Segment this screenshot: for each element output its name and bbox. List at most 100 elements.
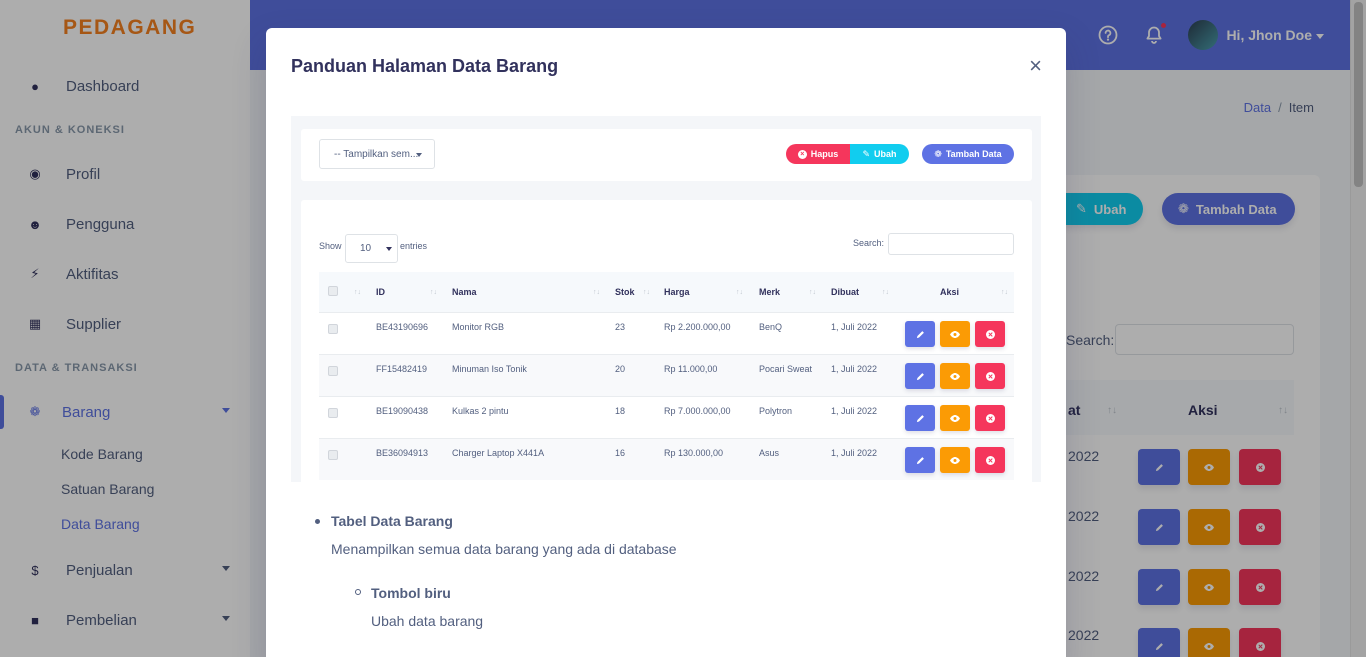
sort-icon: ↑↓ [809,289,816,296]
view-button[interactable] [940,363,970,389]
eye-icon [950,372,960,380]
cell-harga: Rp 2.200.000,00 [664,322,731,332]
cell-id: BE19090438 [376,406,429,416]
column-header-aksi: Aksi [940,287,960,297]
cell-nama: Charger Laptop X441A [452,448,545,458]
close-circle-icon [985,371,995,381]
guide-modal: Panduan Halaman Data Barang × -- Tampilk… [266,28,1066,657]
row-checkbox[interactable] [328,366,338,376]
cell-stok: 16 [615,448,626,458]
cell-dibuat: 1, Juli 2022 [831,448,878,458]
modal-title: Panduan Halaman Data Barang [291,56,559,76]
table-row: BE19090438 Kulkas 2 pintu 18 Rp 7.000.00… [319,396,1014,438]
bullet [315,519,320,524]
close-circle-icon [985,329,995,339]
cell-nama: Kulkas 2 pintu [452,406,509,416]
table-row: BE43190696 Monitor RGB 23 Rp 2.200.000,0… [319,312,1014,354]
cell-nama: Minuman Iso Tonik [452,364,527,374]
row-checkbox[interactable] [328,324,338,334]
table-header: ↑↓ ID ↑↓ Nama ↑↓ Stok ↑↓ Harga ↑↓ Merk ↑… [319,272,1014,312]
cell-harga: Rp 11.000,00 [664,364,718,374]
view-button[interactable] [940,405,970,431]
cell-merk: Polytron [759,406,793,416]
filter-select[interactable]: -- Tampilkan sem... [319,139,435,169]
guide-toolbar: -- Tampilkan sem... × Hapus ✎ Ubah ❁ Tambah… [301,129,1032,181]
delete-button[interactable] [975,447,1005,473]
cell-id: BE43190696 [376,322,429,332]
eye-icon [950,414,960,422]
cell-stok: 18 [615,406,626,416]
row-checkbox[interactable] [328,450,338,460]
cell-harga: Rp 130.000,00 [664,448,724,458]
guide-subitem-title: Tombol biru [371,585,451,601]
cell-dibuat: 1, Juli 2022 [831,364,878,374]
search-input[interactable] [888,233,1014,255]
ubah-label: Ubah [874,149,897,159]
view-button[interactable] [940,321,970,347]
cell-dibuat: 1, Juli 2022 [831,406,878,416]
column-header-stok[interactable]: Stok [615,287,635,297]
pen-icon [916,456,924,464]
tambah-label: Tambah Data [945,149,1002,159]
sort-icon: ↑↓ [430,289,437,296]
delete-button[interactable] [975,363,1005,389]
column-header-dibuat[interactable]: Dibuat [831,287,859,297]
cell-dibuat: 1, Juli 2022 [831,322,878,332]
show-label: Show [319,241,342,251]
pen-icon: ✎ [862,148,871,159]
guide-item-title: Tabel Data Barang [331,513,453,529]
delete-button[interactable] [975,321,1005,347]
sort-icon: ↑↓ [593,289,600,296]
edit-button[interactable] [905,363,935,389]
eye-icon [950,330,960,338]
cell-merk: Asus [759,448,780,458]
entries-select[interactable]: 10 [345,234,398,263]
hapus-button[interactable]: × Hapus [786,144,850,164]
guide-item-desc: Menampilkan semua data barang yang ada d… [331,541,677,557]
cubes-icon: ❁ [934,148,942,159]
entries-label: entries [400,241,428,251]
ubah-button[interactable]: ✎ Ubah [850,144,909,164]
close-circle-icon: × [797,149,807,159]
pen-icon [916,372,924,380]
view-button[interactable] [940,447,970,473]
edit-button[interactable] [905,321,935,347]
close-circle-icon [985,413,995,423]
close-icon[interactable]: × [1029,55,1042,77]
eye-icon [950,456,960,464]
table-row: BE36094913 Charger Laptop X441A 16 Rp 13… [319,438,1014,480]
column-header-id[interactable]: ID [376,287,385,297]
cell-merk: Pocari Sweat [759,364,813,374]
hapus-label: Hapus [810,149,839,159]
close-circle-icon [985,455,995,465]
sort-icon: ↑↓ [736,289,743,296]
select-all-checkbox[interactable] [328,286,338,296]
guide-subitem-desc: Ubah data barang [371,613,484,629]
delete-button[interactable] [975,405,1005,431]
cell-harga: Rp 7.000.000,00 [664,406,731,416]
pen-icon [916,414,924,422]
column-header-nama[interactable]: Nama [452,287,477,297]
cell-id: BE36094913 [376,448,429,458]
cell-merk: BenQ [759,322,783,332]
guide-screenshot: -- Tampilkan sem... × Hapus ✎ Ubah ❁ Tambah… [291,116,1041,482]
cell-nama: Monitor RGB [452,322,505,332]
guide-table-card: Show 10 entries Search: ↑↓ ID ↑↓ Nama ↑↓… [301,200,1032,482]
edit-button[interactable] [905,405,935,431]
search-label: Search: [853,238,885,248]
table-row: FF15482419 Minuman Iso Tonik 20 Rp 11.00… [319,354,1014,396]
row-checkbox[interactable] [328,408,338,418]
cell-stok: 20 [615,364,626,374]
sort-icon: ↑↓ [1001,289,1008,296]
edit-button[interactable] [905,447,935,473]
sort-icon: ↑↓ [882,289,889,296]
app: PEDAGANG ● Dashboard AKUN & KONEKSI ◉ Pr… [0,0,1366,657]
pen-icon [916,330,924,338]
cell-id: FF15482419 [376,364,428,374]
column-header-harga[interactable]: Harga [664,287,690,297]
cell-stok: 23 [615,322,626,332]
sort-icon: ↑↓ [354,289,361,296]
column-header-merk[interactable]: Merk [759,287,780,297]
tambah-data-button[interactable]: ❁ Tambah Data [922,144,1014,164]
bullet [355,589,361,595]
